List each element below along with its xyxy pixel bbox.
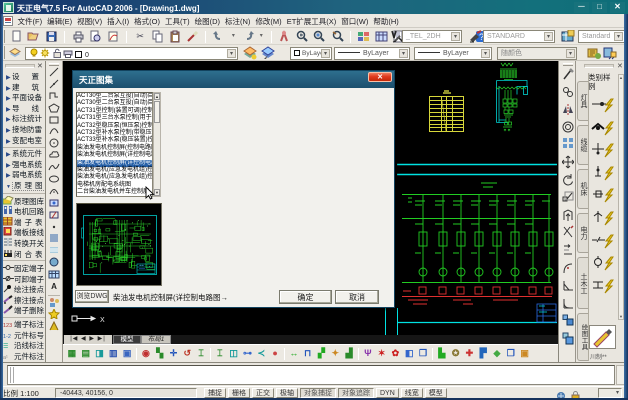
svg-text:X: X: [100, 317, 105, 324]
